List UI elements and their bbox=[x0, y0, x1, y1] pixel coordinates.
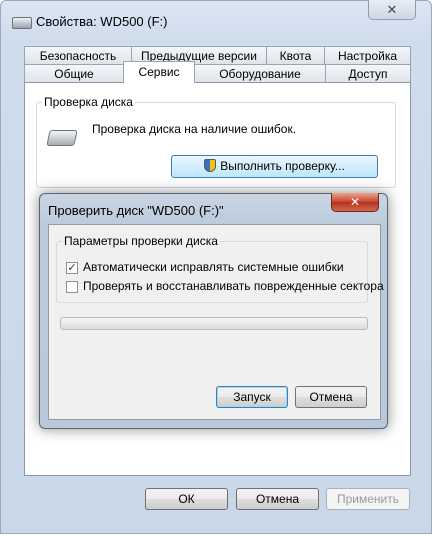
recover-sectors-label: Проверять и восстанавливать поврежденные… bbox=[83, 279, 384, 293]
hard-drive-icon bbox=[46, 130, 78, 146]
dialog-cancel-button[interactable]: Отмена bbox=[295, 386, 367, 408]
tab-quota[interactable]: Квота bbox=[266, 46, 325, 64]
start-button[interactable]: Запуск bbox=[216, 386, 288, 408]
window-close-button[interactable]: ✕ bbox=[368, 0, 416, 20]
tab-service[interactable]: Сервис bbox=[123, 61, 195, 83]
tab-sharing[interactable]: Доступ bbox=[325, 64, 411, 82]
tab-security[interactable]: Безопасность bbox=[24, 46, 132, 64]
tab-hardware[interactable]: Оборудование bbox=[194, 64, 326, 82]
apply-button[interactable]: Применить bbox=[326, 488, 410, 510]
close-icon: ✕ bbox=[386, 2, 398, 17]
auto-fix-label: Автоматически исправлять системные ошибк… bbox=[83, 260, 344, 274]
drive-icon bbox=[12, 17, 32, 29]
run-check-label: Выполнить проверку... bbox=[220, 159, 345, 173]
window-title: Свойства: WD500 (F:) bbox=[36, 14, 168, 29]
run-check-button[interactable]: Выполнить проверку... bbox=[171, 155, 378, 178]
tab-settings[interactable]: Настройка bbox=[324, 46, 411, 64]
disk-check-group-label: Проверка диска bbox=[42, 95, 135, 109]
shield-icon bbox=[204, 159, 217, 172]
dialog-close-button[interactable]: ✕ bbox=[331, 193, 379, 212]
recover-sectors-checkbox[interactable] bbox=[66, 281, 78, 293]
tab-general[interactable]: Общие bbox=[24, 64, 124, 82]
check-options-group-label: Параметры проверки диска bbox=[62, 234, 220, 248]
checkmark-icon: ✓ bbox=[67, 262, 77, 274]
ok-button[interactable]: ОК bbox=[145, 488, 228, 510]
check-progress-bar bbox=[60, 317, 368, 330]
auto-fix-checkbox[interactable]: ✓ bbox=[66, 262, 78, 274]
disk-check-description: Проверка диска на наличие ошибок. bbox=[92, 122, 297, 136]
close-icon: ✕ bbox=[349, 195, 361, 209]
dialog-title: Проверить диск "WD500 (F:)" bbox=[48, 203, 224, 218]
cancel-button[interactable]: Отмена bbox=[236, 488, 319, 510]
